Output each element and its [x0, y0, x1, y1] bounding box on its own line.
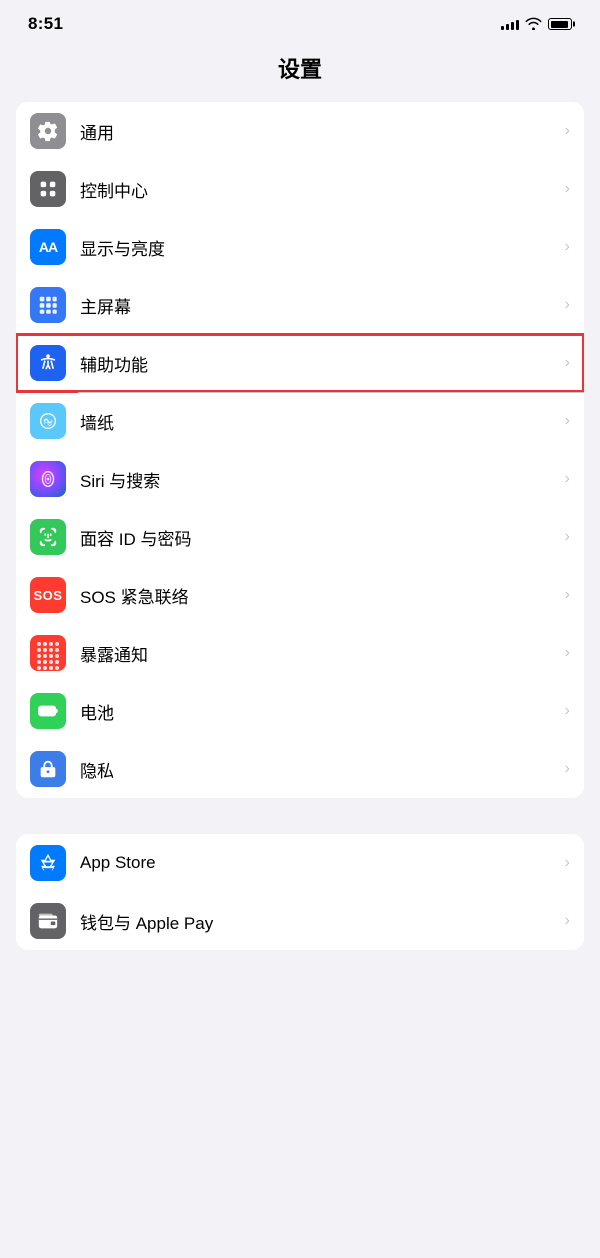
settings-item-wallet[interactable]: 钱包与 Apple Pay ›: [16, 892, 584, 950]
general-chevron: ›: [565, 122, 570, 140]
privacy-label: 隐私: [80, 757, 565, 782]
display-chevron: ›: [565, 238, 570, 256]
home-screen-label: 主屏幕: [80, 293, 565, 318]
settings-item-appstore[interactable]: App Store ›: [16, 834, 584, 892]
exposure-chevron: ›: [565, 644, 570, 662]
gear-icon: [30, 113, 66, 149]
battery-icon: [30, 693, 66, 729]
settings-item-home-screen[interactable]: 主屏幕 ›: [16, 276, 584, 334]
settings-item-siri[interactable]: Siri 与搜索 ›: [16, 450, 584, 508]
battery-status-icon: [548, 18, 572, 30]
page-title: 设置: [0, 42, 600, 102]
battery-chevron: ›: [565, 702, 570, 720]
display-label: 显示与亮度: [80, 235, 565, 260]
face-id-label: 面容 ID 与密码: [80, 525, 565, 550]
settings-item-wallpaper[interactable]: 墙纸 ›: [16, 392, 584, 450]
wallet-icon: [30, 903, 66, 939]
accessibility-icon: [30, 345, 66, 381]
sos-chevron: ›: [565, 586, 570, 604]
home-screen-icon: [30, 287, 66, 323]
settings-item-display[interactable]: AA 显示与亮度 ›: [16, 218, 584, 276]
siri-icon: [30, 461, 66, 497]
settings-group-2: App Store › 钱包与 Apple Pay ›: [16, 834, 584, 950]
control-center-chevron: ›: [565, 180, 570, 198]
settings-item-face-id[interactable]: 面容 ID 与密码 ›: [16, 508, 584, 566]
settings-item-accessibility[interactable]: 辅助功能 ›: [16, 334, 584, 392]
sos-label: SOS 紧急联络: [80, 583, 565, 608]
settings-item-battery[interactable]: 电池 ›: [16, 682, 584, 740]
appstore-icon: [30, 845, 66, 881]
status-bar: 8:51: [0, 0, 600, 42]
privacy-chevron: ›: [565, 760, 570, 778]
settings-item-exposure[interactable]: 暴露通知 ›: [16, 624, 584, 682]
sos-icon: SOS: [30, 577, 66, 613]
control-center-label: 控制中心: [80, 177, 565, 202]
siri-chevron: ›: [565, 470, 570, 488]
appstore-label: App Store: [80, 853, 565, 873]
control-center-icon: [30, 171, 66, 207]
accessibility-label: 辅助功能: [80, 351, 565, 376]
face-id-chevron: ›: [565, 528, 570, 546]
settings-item-sos[interactable]: SOS SOS 紧急联络 ›: [16, 566, 584, 624]
privacy-icon: [30, 751, 66, 787]
general-label: 通用: [80, 119, 565, 144]
accessibility-chevron: ›: [565, 354, 570, 372]
battery-label: 电池: [80, 699, 565, 724]
appstore-chevron: ›: [565, 854, 570, 872]
face-id-icon: [30, 519, 66, 555]
siri-label: Siri 与搜索: [80, 467, 565, 492]
wallpaper-label: 墙纸: [80, 409, 565, 434]
wallpaper-chevron: ›: [565, 412, 570, 430]
wallpaper-icon: [30, 403, 66, 439]
wifi-icon: [525, 17, 542, 32]
settings-group-1: 通用 › 控制中心 › AA 显示与亮度 ›: [16, 102, 584, 798]
settings-item-general[interactable]: 通用 ›: [16, 102, 584, 160]
status-icons: [501, 17, 572, 32]
display-icon: AA: [30, 229, 66, 265]
status-time: 8:51: [28, 14, 63, 34]
home-screen-chevron: ›: [565, 296, 570, 314]
settings-item-control-center[interactable]: 控制中心 ›: [16, 160, 584, 218]
settings-item-privacy[interactable]: 隐私 ›: [16, 740, 584, 798]
signal-icon: [501, 18, 519, 30]
exposure-label: 暴露通知: [80, 641, 565, 666]
exposure-icon: [30, 635, 66, 671]
wallet-label: 钱包与 Apple Pay: [80, 909, 565, 934]
wallet-chevron: ›: [565, 912, 570, 930]
